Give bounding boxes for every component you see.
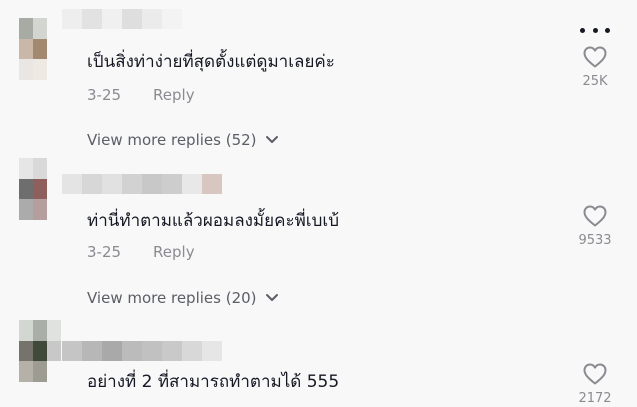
chevron-down-icon (265, 136, 278, 143)
username-blurred[interactable] (62, 341, 222, 361)
reply-button[interactable]: Reply (153, 243, 195, 261)
comment-meta: 3-25 Reply (87, 243, 195, 261)
comment-date: 3-25 (87, 86, 122, 104)
comment-text: เป็นสิ่งท่าง่ายที่สุดตั้งแต่ดูมาเลยค่ะ (87, 52, 335, 72)
more-dot (592, 27, 598, 33)
username-blurred[interactable] (62, 174, 222, 194)
like-group: 2172 (570, 363, 620, 406)
view-more-replies-button[interactable]: View more replies (20) (87, 289, 279, 307)
heart-outline-icon[interactable] (583, 363, 607, 385)
like-group: 25K (570, 46, 620, 89)
avatar[interactable] (19, 18, 61, 80)
view-more-label: View more replies (52) (87, 131, 257, 149)
comment-date: 3-25 (87, 243, 122, 261)
comment-text: อย่างที่ 2 ที่สามารถทำตามได้ 555 (87, 372, 340, 392)
like-group: 9533 (570, 205, 620, 248)
reply-button[interactable]: Reply (153, 86, 195, 104)
heart-outline-icon[interactable] (583, 205, 607, 227)
like-count: 9533 (578, 233, 612, 248)
comment-meta: 3-25 Reply (87, 86, 195, 104)
view-more-label: View more replies (20) (87, 289, 257, 307)
like-count: 25K (582, 74, 608, 89)
like-count: 2172 (578, 391, 612, 406)
avatar[interactable] (19, 320, 61, 382)
username-blurred[interactable] (62, 9, 182, 29)
more-dot (580, 27, 585, 33)
more-dot (605, 27, 610, 33)
view-more-replies-button[interactable]: View more replies (52) (87, 131, 279, 149)
more-options-button[interactable] (580, 23, 610, 37)
comment-text: ท่านี่ทำตามแล้วผอมลงมั้ยคะพี่เบเบ้ (87, 211, 340, 231)
heart-outline-icon[interactable] (583, 46, 607, 68)
chevron-down-icon (265, 294, 278, 301)
avatar[interactable] (19, 158, 61, 220)
